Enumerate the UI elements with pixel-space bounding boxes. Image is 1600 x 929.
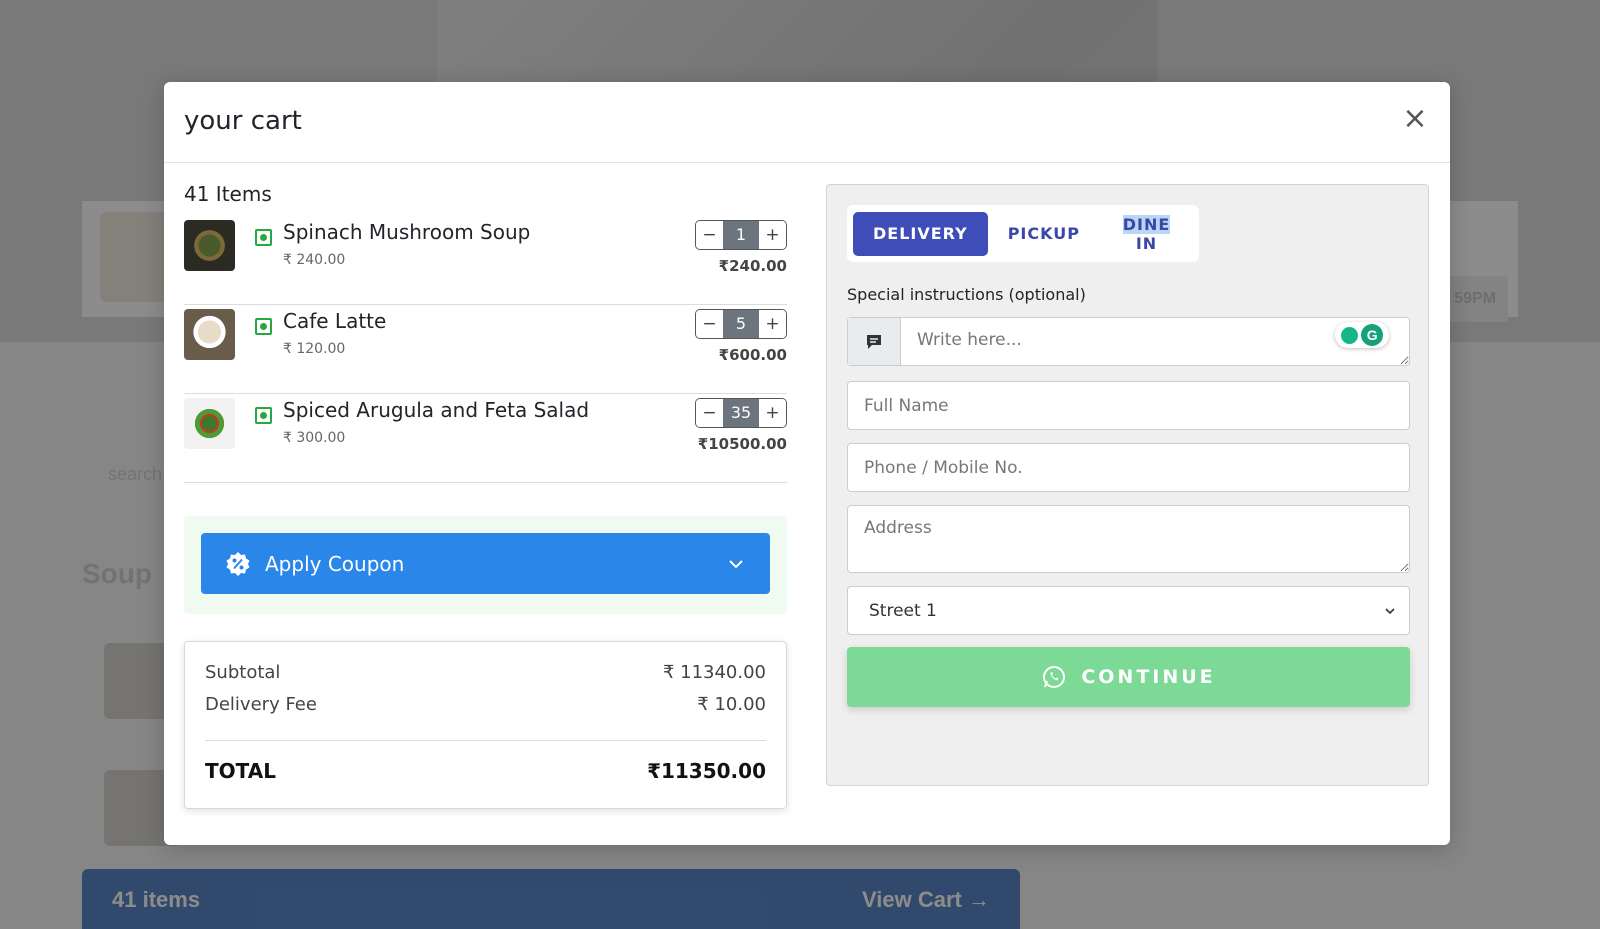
item-name: Spinach Mushroom Soup	[283, 220, 531, 244]
total-label: TOTAL	[205, 759, 276, 783]
quantity-value: 5	[723, 310, 759, 338]
subtotal-row: Subtotal ₹ 11340.00	[205, 662, 766, 694]
item-thumbnail	[184, 309, 235, 360]
continue-label: CONTINUE	[1081, 666, 1216, 688]
item-thumbnail	[184, 398, 235, 449]
item-unit-price: ₹ 120.00	[283, 341, 346, 357]
increase-qty-button[interactable]: +	[759, 221, 786, 249]
tab-dine-in[interactable]: DINE IN	[1100, 212, 1193, 256]
order-type-tabs: DELIVERY PICKUP DINE IN	[847, 205, 1199, 262]
veg-indicator-icon	[255, 229, 272, 246]
item-thumbnail	[184, 220, 235, 271]
special-instructions-input[interactable]	[901, 318, 1409, 365]
checkout-form-panel: DELIVERY PICKUP DINE IN Special instruct…	[826, 184, 1429, 786]
phone-field[interactable]	[847, 443, 1410, 492]
grammarly-widget[interactable]: G	[1335, 322, 1389, 348]
chevron-down-icon	[1385, 607, 1395, 614]
quantity-value: 1	[723, 221, 759, 249]
item-line-total: ₹600.00	[718, 346, 787, 364]
item-unit-price: ₹ 240.00	[283, 252, 346, 268]
delivery-fee-label: Delivery Fee	[205, 694, 317, 715]
cart-items-column: 41 Items Spinach Mushroom Soup ₹ 240.00 …	[184, 182, 787, 809]
whatsapp-icon	[1043, 666, 1066, 688]
quantity-value: 35	[723, 399, 759, 427]
total-value: ₹11350.00	[647, 759, 766, 783]
apply-coupon-button[interactable]: Apply Coupon	[201, 533, 770, 594]
tab-pickup[interactable]: PICKUP	[988, 212, 1100, 256]
item-unit-price: ₹ 300.00	[283, 430, 346, 446]
chevron-down-icon	[729, 559, 743, 568]
subtotal-label: Subtotal	[205, 662, 281, 683]
coupon-section: Apply Coupon	[184, 516, 787, 614]
modal-header: your cart ×	[164, 82, 1450, 163]
comment-icon	[848, 318, 901, 365]
cart-item: Spiced Arugula and Feta Salad ₹ 300.00 −…	[184, 394, 787, 483]
item-line-total: ₹240.00	[718, 257, 787, 275]
special-instructions-label: Special instructions (optional)	[847, 285, 1086, 304]
order-summary: Subtotal ₹ 11340.00 Delivery Fee ₹ 10.00…	[184, 641, 787, 809]
dine-in-selected-text: DINE	[1122, 214, 1171, 234]
increase-qty-button[interactable]: +	[759, 310, 786, 338]
delivery-fee-value: ₹ 10.00	[697, 694, 766, 715]
quantity-stepper: − 35 +	[695, 398, 787, 428]
decrease-qty-button[interactable]: −	[696, 221, 723, 249]
veg-indicator-icon	[255, 318, 272, 335]
grammarly-logo-icon: G	[1361, 324, 1384, 346]
decrease-qty-button[interactable]: −	[696, 399, 723, 427]
total-row: TOTAL ₹11350.00	[205, 759, 766, 783]
address-field[interactable]	[847, 505, 1410, 573]
street-selected-value: Street 1	[869, 600, 937, 621]
cart-item: Spinach Mushroom Soup ₹ 240.00 − 1 + ₹24…	[184, 216, 787, 305]
close-button[interactable]: ×	[1400, 104, 1430, 134]
subtotal-value: ₹ 11340.00	[662, 662, 766, 683]
grammarly-suggestion-icon	[1340, 326, 1358, 344]
decrease-qty-button[interactable]: −	[696, 310, 723, 338]
discount-badge-icon	[226, 551, 250, 576]
cart-item: Cafe Latte ₹ 120.00 − 5 + ₹600.00	[184, 305, 787, 394]
coupon-label: Apply Coupon	[265, 551, 405, 576]
quantity-stepper: − 1 +	[695, 220, 787, 250]
summary-divider	[205, 740, 766, 741]
item-name: Spiced Arugula and Feta Salad	[283, 398, 590, 422]
cart-item-list: Spinach Mushroom Soup ₹ 240.00 − 1 + ₹24…	[184, 216, 787, 483]
modal-title: your cart	[184, 106, 302, 136]
full-name-field[interactable]	[847, 381, 1410, 430]
cart-modal: your cart × 41 Items Spinach Mushroom So…	[164, 82, 1450, 845]
increase-qty-button[interactable]: +	[759, 399, 786, 427]
special-instructions-group: G	[847, 317, 1410, 366]
continue-button[interactable]: CONTINUE	[847, 647, 1410, 707]
items-count: 41 Items	[184, 182, 272, 206]
dine-in-rest-text: IN	[1135, 233, 1158, 253]
veg-indicator-icon	[255, 407, 272, 424]
street-select[interactable]: Street 1	[847, 586, 1410, 635]
tab-delivery[interactable]: DELIVERY	[853, 211, 988, 256]
item-line-total: ₹10500.00	[697, 435, 787, 453]
item-name: Cafe Latte	[283, 309, 387, 333]
delivery-fee-row: Delivery Fee ₹ 10.00	[205, 694, 766, 726]
quantity-stepper: − 5 +	[695, 309, 787, 339]
